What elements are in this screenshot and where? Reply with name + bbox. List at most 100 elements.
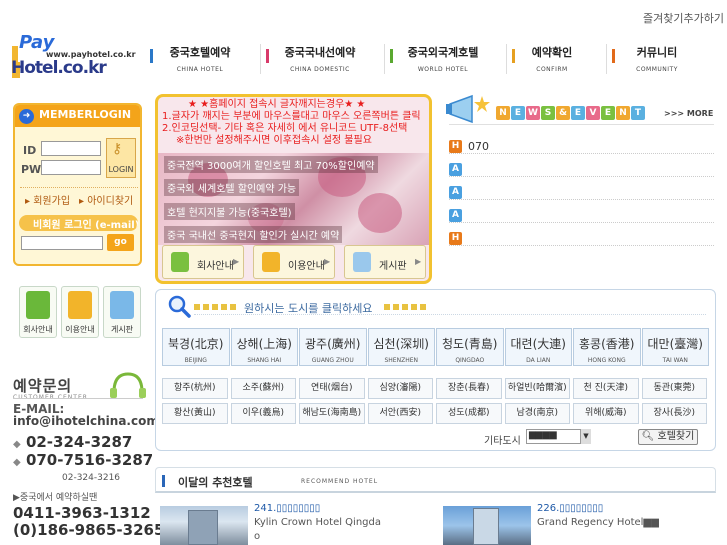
city-name: 청도(青島): [442, 337, 498, 351]
divider: [20, 187, 138, 188]
city-button[interactable]: 서안(西安): [367, 403, 433, 424]
hero-company-button[interactable]: 회사안내 ▶: [162, 245, 244, 279]
add-favorites-link[interactable]: 즐겨찾기추가하기: [643, 10, 724, 26]
usage-guide-button[interactable]: 이용안내: [61, 286, 99, 338]
chevron-down-icon[interactable]: ▼: [580, 429, 591, 444]
nav-item-4[interactable]: 예약확인 CONFIRM: [512, 44, 592, 76]
china-contact-label: ▶중국에서 예약하실땐: [13, 493, 98, 503]
news-tile: V: [586, 106, 600, 120]
chevron-right-icon: ▶: [415, 257, 422, 266]
news-tile: S: [541, 106, 555, 120]
id-label: ID: [23, 144, 37, 157]
nav-accent: [266, 49, 269, 63]
city-button[interactable]: 동관(東莞): [641, 378, 707, 399]
city-button-major[interactable]: 상해(上海) SHANG HAI: [230, 328, 298, 366]
magnifier-icon: [168, 295, 191, 318]
news-item[interactable]: H 070: [449, 139, 714, 155]
dash-decoration: [203, 304, 209, 310]
hero-board-button[interactable]: 게시판 ▶: [344, 245, 426, 279]
nav-item-2[interactable]: 중국국내선예약 CHINA DOMESTIC: [266, 44, 374, 76]
city-english: QINGDAO: [455, 357, 485, 364]
city-name: 심천(深圳): [373, 337, 429, 351]
city-button[interactable]: 장사(長沙): [641, 403, 707, 424]
guest-email-input[interactable]: [21, 236, 103, 250]
city-english: SHENZHEN: [384, 357, 418, 364]
notice-line: ※한번만 설정해주시면 이후접속시 설정 불필요: [176, 135, 372, 146]
city-button-major[interactable]: 대련(大連) DA LIAN: [504, 328, 572, 366]
city-search-box: 원하시는 도시를 클릭하세요 북경(北京) BEIJING 상해(上海) SHANG …: [155, 289, 716, 451]
city-button-major[interactable]: 북경(北京) BEIJING: [162, 328, 230, 366]
join-link[interactable]: ▸ 회원가입: [25, 192, 70, 207]
building-icon: [26, 291, 50, 319]
guest-go-button[interactable]: go: [107, 234, 134, 251]
city-button[interactable]: 연태(烟台): [299, 378, 365, 399]
news-divider: [449, 176, 714, 177]
city-name: 홍콩(香港): [579, 337, 635, 351]
city-button[interactable]: 황산(黃山): [162, 403, 228, 424]
city-button[interactable]: 성도(成都): [436, 403, 502, 424]
contact-divider: [13, 398, 143, 399]
hotel-name[interactable]: 241.▯▯▯▯▯▯▯▯: [254, 503, 320, 514]
hotel-name[interactable]: 226.▯▯▯▯▯▯▯▯: [537, 503, 603, 514]
contact-email[interactable]: info@ihotelchina.com: [13, 414, 159, 428]
city-button-major[interactable]: 청도(青島) QINGDAO: [436, 328, 504, 366]
city-button[interactable]: 장춘(長春): [436, 378, 502, 399]
city-button[interactable]: 천 진(天津): [573, 378, 639, 399]
city-button-major[interactable]: 홍콩(香港) HONG KONG: [573, 328, 641, 366]
nav-item-5[interactable]: 커뮤니티 COMMUNITY: [612, 44, 702, 76]
china-phone-2: (0)186-9865-3265: [13, 521, 165, 539]
news-item[interactable]: A: [449, 185, 714, 201]
board-button[interactable]: 게시판: [103, 286, 141, 338]
news-more-link[interactable]: >>> MORE: [664, 109, 713, 118]
accent-bar: [162, 475, 165, 487]
hero-usage-button[interactable]: 이용안내 ▶: [253, 245, 335, 279]
hotel-photo[interactable]: [160, 506, 248, 545]
city-english: TAI WAN: [662, 357, 688, 364]
city-button-major[interactable]: 심천(深圳) SHENZHEN: [367, 328, 435, 366]
city-button[interactable]: 항주(杭州): [162, 378, 228, 399]
phone-bullet-icon: ◆: [13, 457, 21, 468]
other-city-label: 기타도시: [484, 436, 521, 447]
news-item[interactable]: A: [449, 208, 714, 224]
nav-item-1[interactable]: 중국호텔예약 CHINA HOTEL: [150, 44, 250, 76]
nav-separator: [260, 44, 261, 74]
news-tile: &: [556, 106, 570, 120]
hero-banner: ★ ★홈페이지 접속시 글자깨지는경우★ ★ 1.글자가 깨지는 부분에 마우스…: [155, 94, 432, 284]
find-id-link[interactable]: ▸ 아이디찾기: [79, 192, 133, 207]
city-button[interactable]: 해남도(海南島): [299, 403, 365, 424]
id-input[interactable]: [41, 141, 101, 156]
city-english: SHANG HAI: [247, 357, 282, 364]
city-button[interactable]: 심양(瀋陽): [367, 378, 433, 399]
notepad-icon: [353, 252, 371, 272]
company-info-label: 회사안내: [23, 325, 53, 334]
nav-item-3[interactable]: 중국외국계호텔 WORLD HOTEL: [390, 44, 496, 76]
city-button[interactable]: 위해(威海): [573, 403, 639, 424]
hotel-photo[interactable]: [443, 506, 531, 545]
envelope-icon: [262, 252, 280, 272]
city-button[interactable]: 소주(蘇州): [230, 378, 296, 399]
company-info-button[interactable]: 회사안내: [19, 286, 57, 338]
arrow-icon: ➜: [19, 109, 34, 124]
password-input[interactable]: [41, 160, 101, 175]
news-tile: N: [496, 106, 510, 120]
city-button[interactable]: 남경(南京): [504, 403, 570, 424]
hotel-find-button[interactable]: 🔍︎ 호텔찾기: [638, 429, 698, 445]
city-button[interactable]: 이우(義烏): [230, 403, 296, 424]
city-button-major[interactable]: 대만(臺灣) TAI WAN: [641, 328, 709, 366]
phone-bullet-icon: ◆: [13, 439, 21, 450]
dash-decoration: [194, 304, 200, 310]
news-item[interactable]: A: [449, 162, 714, 178]
news-item[interactable]: H: [449, 231, 714, 247]
nav-accent: [612, 49, 615, 63]
logo-hotel: Hotel.co.kr: [11, 58, 107, 78]
news-tile: E: [601, 106, 615, 120]
city-name: 광주(廣州): [305, 337, 361, 351]
site-logo[interactable]: Pay Hotel.co.kr www.payhotel.co.kr: [8, 32, 138, 82]
recommend-header: 이달의 추천호텔 RECOMMEND HOTEL: [155, 467, 716, 493]
city-button-major[interactable]: 광주(廣州) GUANG ZHOU: [299, 328, 367, 366]
chevron-right-icon: ▶: [324, 257, 331, 266]
city-name: 대만(臺灣): [647, 337, 703, 351]
city-name: 상해(上海): [236, 337, 292, 351]
city-button[interactable]: 하얼빈(哈爾濱): [504, 378, 570, 399]
phone-1-text: 02-324-3287: [25, 433, 133, 451]
